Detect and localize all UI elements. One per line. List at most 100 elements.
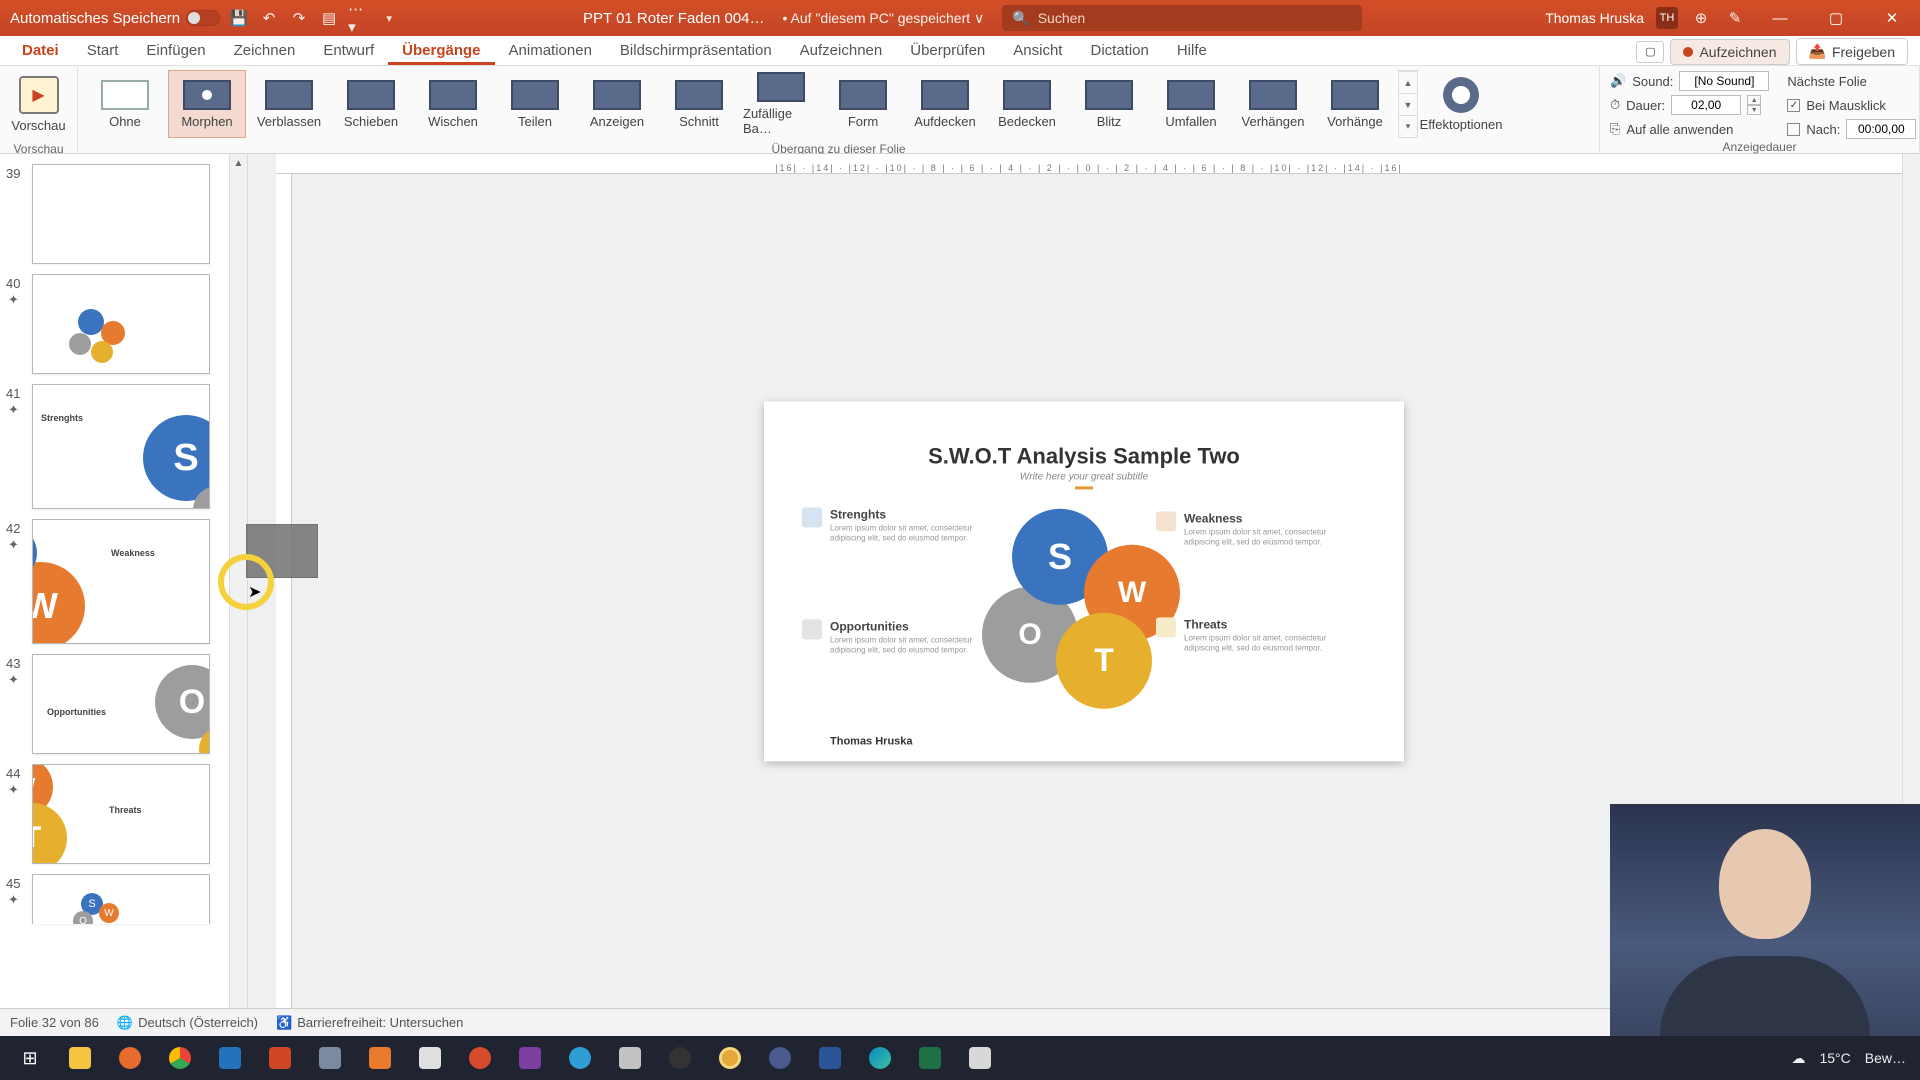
start-button[interactable]: ⊞ [6,1036,54,1080]
taskbar-app2-icon[interactable] [406,1036,454,1080]
user-avatar[interactable]: TH [1656,7,1678,29]
transition-ohne[interactable]: Ohne [86,70,164,138]
present-from-start-icon[interactable]: ▤ [318,7,340,29]
quad-opportunities[interactable]: OpportunitiesLorem ipsum dolor sit amet,… [830,619,980,656]
taskbar-onenote-icon[interactable] [506,1036,554,1080]
alle-anwenden-button[interactable]: ⎘Auf alle anwenden [1610,118,1769,140]
swot-diagram[interactable]: O S W T [974,509,1194,699]
freigeben-button[interactable]: 📤Freigeben [1796,38,1908,65]
vorschau-button[interactable]: Vorschau [8,70,69,138]
taskbar-camtasia-icon[interactable] [706,1036,754,1080]
document-title[interactable]: PPT 01 Roter Faden 004… [583,10,765,27]
tab-uebergaenge[interactable]: Übergänge [388,37,494,65]
taskbar-app4-icon[interactable] [606,1036,654,1080]
tab-dictation[interactable]: Dictation [1076,37,1162,65]
ribbon-collapse-button[interactable]: ▢ [1636,41,1664,63]
slide-panel[interactable]: 39 40✦ 41✦ Strenghts S 42✦ Weakness W 43… [0,154,248,1052]
transition-vorhaenge[interactable]: Vorhänge [1316,70,1394,138]
transition-verhaengen[interactable]: Verhängen [1234,70,1312,138]
taskbar-excel-icon[interactable] [906,1036,954,1080]
transition-aufdecken[interactable]: Aufdecken [906,70,984,138]
close-button[interactable]: ✕ [1870,0,1914,36]
quad-threats[interactable]: ThreatsLorem ipsum dolor sit amet, conse… [1184,617,1334,654]
minimize-button[interactable]: — [1758,0,1802,36]
slide-canvas[interactable]: S.W.O.T Analysis Sample Two Write here y… [764,401,1404,761]
tab-animationen[interactable]: Animationen [495,37,606,65]
slide-thumb-45[interactable]: S W O [32,874,210,924]
slide-thumb-41[interactable]: Strenghts S [32,384,210,509]
mausklick-checkbox[interactable]: ✓ [1787,99,1800,112]
transition-teilen[interactable]: Teilen [496,70,574,138]
accessibility-button[interactable]: ♿Barrierefreiheit: Untersuchen [276,1015,463,1031]
taskbar-vlc-icon[interactable] [356,1036,404,1080]
slide-thumb-43[interactable]: Opportunities O [32,654,210,754]
scroll-up-icon[interactable]: ▲ [230,154,247,172]
language-button[interactable]: 🌐Deutsch (Österreich) [117,1015,258,1031]
aufzeichnen-button[interactable]: Aufzeichnen [1670,39,1789,65]
transition-morphen[interactable]: Morphen [168,70,246,138]
taskbar-powerpoint-icon[interactable] [256,1036,304,1080]
transition-schnitt[interactable]: Schnitt [660,70,738,138]
tab-start[interactable]: Start [73,37,133,65]
dauer-input[interactable] [1671,95,1741,115]
redo-icon[interactable]: ↷ [288,7,310,29]
nach-input[interactable] [1846,119,1916,139]
taskbar-word-icon[interactable] [806,1036,854,1080]
taskbar-outlook-icon[interactable] [206,1036,254,1080]
taskbar-explorer-icon[interactable] [56,1036,104,1080]
slide-title[interactable]: S.W.O.T Analysis Sample Two [764,443,1404,469]
slide-count-label[interactable]: Folie 32 von 86 [10,1015,99,1030]
gallery-up-icon[interactable]: ▲ [1399,71,1417,93]
undo-icon[interactable]: ↶ [258,7,280,29]
pen-icon[interactable]: ✎ [1724,7,1746,29]
taskbar-app3-icon[interactable] [456,1036,504,1080]
slide-subtitle[interactable]: Write here your great subtitle [764,471,1404,482]
qat-overflow-icon[interactable]: ▾ [378,7,400,29]
slide-thumb-40[interactable] [32,274,210,374]
effektoptionen-button[interactable]: Effektoptionen [1422,70,1500,138]
taskbar-edge-icon[interactable] [856,1036,904,1080]
taskbar-firefox-icon[interactable] [106,1036,154,1080]
quad-weakness[interactable]: WeaknessLorem ipsum dolor sit amet, cons… [1184,511,1334,548]
transition-zufaellige[interactable]: Zufällige Ba… [742,70,820,138]
dauer-spinner[interactable]: ▲▼ [1747,95,1761,115]
tab-hilfe[interactable]: Hilfe [1163,37,1221,65]
more-qat-icon[interactable]: ⋯▾ [348,7,370,29]
quad-strengths[interactable]: StrenghtsLorem ipsum dolor sit amet, con… [830,507,980,544]
gallery-nav[interactable]: ▲▼▾ [1398,70,1418,138]
transition-schieben[interactable]: Schieben [332,70,410,138]
taskbar-app6-icon[interactable] [956,1036,1004,1080]
tab-datei[interactable]: Datei [8,37,73,65]
tab-zeichnen[interactable]: Zeichnen [220,37,310,65]
tab-ansicht[interactable]: Ansicht [999,37,1076,65]
transition-form[interactable]: Form [824,70,902,138]
tab-einfuegen[interactable]: Einfügen [132,37,219,65]
tab-ueberpruefen[interactable]: Überprüfen [896,37,999,65]
tab-bildschirmpraesentation[interactable]: Bildschirmpräsentation [606,37,786,65]
user-name-label[interactable]: Thomas Hruska [1545,10,1644,26]
transition-verblassen[interactable]: Verblassen [250,70,328,138]
transition-blitz[interactable]: Blitz [1070,70,1148,138]
transition-anzeigen[interactable]: Anzeigen [578,70,656,138]
circle-t[interactable]: T [1056,613,1152,709]
slide-thumb-39[interactable] [32,164,210,264]
maximize-button[interactable]: ▢ [1814,0,1858,36]
save-icon[interactable]: 💾 [228,7,250,29]
vertical-ruler[interactable] [276,174,292,1052]
globe-icon[interactable]: ⊕ [1690,7,1712,29]
autosave-toggle[interactable] [186,10,220,26]
slide-thumb-42[interactable]: Weakness W [32,519,210,644]
sound-select[interactable] [1679,71,1769,91]
search-box[interactable]: 🔍 Suchen [1002,5,1362,31]
transition-bedecken[interactable]: Bedecken [988,70,1066,138]
taskbar-app5-icon[interactable] [756,1036,804,1080]
slide-thumb-44[interactable]: Threats W T [32,764,210,864]
taskbar-chrome-icon[interactable] [156,1036,204,1080]
system-tray[interactable]: ☁ 15°C Bew… [1791,1050,1914,1067]
gallery-more-icon[interactable]: ▾ [1399,115,1417,137]
transition-wischen[interactable]: Wischen [414,70,492,138]
tab-aufzeichnen[interactable]: Aufzeichnen [786,37,897,65]
transition-umfallen[interactable]: Umfallen [1152,70,1230,138]
nach-checkbox[interactable] [1787,123,1800,136]
taskbar-obs-icon[interactable] [656,1036,704,1080]
